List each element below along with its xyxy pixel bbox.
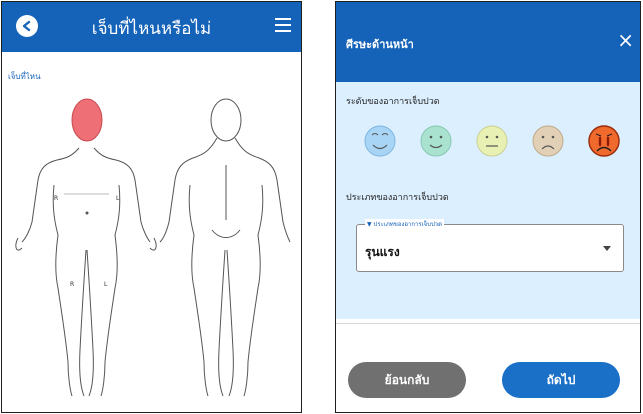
footer-divider	[336, 323, 640, 324]
select-floating-label: ▼ ประเภทของอาการเจ็บปวด	[365, 219, 445, 229]
happy-face-icon[interactable]	[420, 125, 452, 157]
caret-down-icon[interactable]	[603, 246, 611, 251]
pain-type-select[interactable]: ▼ ประเภทของอาการเจ็บปวด รุนแรง	[356, 219, 624, 272]
front-body-outline	[15, 147, 157, 397]
sad-face-icon[interactable]	[532, 125, 564, 157]
back-button[interactable]: ย้อนกลับ	[348, 362, 466, 398]
next-button[interactable]: ถัดไป	[502, 362, 620, 398]
pain-level-label: ระดับของอาการเจ็บปวด	[346, 97, 440, 107]
pain-type-label: ประเภทของอาการเจ็บปวด	[346, 193, 449, 203]
body-map[interactable]: R L R L	[12, 90, 292, 400]
crying-face-icon[interactable]	[588, 125, 620, 157]
right-mark-leg: R	[70, 281, 74, 288]
neutral-face-icon[interactable]	[476, 125, 508, 157]
app-header: เจ็บที่ไหนหรือไม่	[2, 2, 301, 52]
arrow-left-icon	[22, 20, 31, 32]
dialog-title: ศีรษะด้านหน้า	[346, 38, 414, 51]
page-title: เจ็บที่ไหนหรือไม่	[91, 19, 212, 39]
select-value: รุนแรง	[365, 245, 400, 259]
dialog-body: ระดับของอาการเจ็บปวด ประเภทของอาการเจ็บป…	[336, 82, 640, 319]
very-happy-face-icon[interactable]	[364, 125, 396, 157]
head-front-highlight[interactable]	[71, 98, 103, 142]
back-body-outline	[159, 98, 291, 397]
pain-level-faces	[364, 125, 620, 157]
back-button[interactable]	[16, 15, 38, 37]
where-label: เจ็บที่ไหน	[8, 72, 41, 81]
pain-dialog: ศีรษะด้านหน้า × ระดับของอาการเจ็บปวด ประ…	[335, 1, 641, 413]
body-map-screen: เจ็บที่ไหนหรือไม่ เจ็บที่ไหน R L R L	[1, 1, 302, 413]
left-mark-leg: L	[104, 281, 108, 288]
right-mark-arm: R	[54, 195, 58, 202]
dialog-header: ศีรษะด้านหน้า ×	[336, 2, 640, 82]
hamburger-menu-icon[interactable]	[275, 18, 291, 32]
close-icon[interactable]: ×	[617, 30, 634, 50]
